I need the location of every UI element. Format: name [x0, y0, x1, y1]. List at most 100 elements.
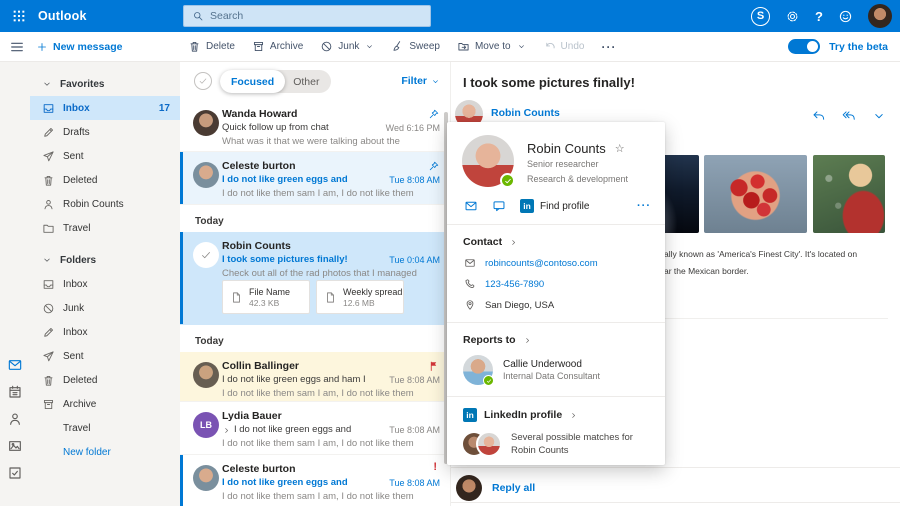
sender-name-link[interactable]: Robin Counts	[491, 107, 560, 119]
message-row-celeste-burton-1[interactable]: Celeste burton I do not like green eggs …	[180, 152, 450, 205]
sidebar-item-label: Deleted	[63, 375, 97, 386]
sidebar-item-drafts[interactable]: Drafts	[30, 120, 180, 144]
message-row-lydia-bauer[interactable]: LB Lydia Bauer I do not like green eggs …	[180, 402, 450, 455]
contact-email-row: robincounts@contoso.com	[447, 248, 665, 269]
archive-button[interactable]: Archive	[252, 40, 303, 53]
message-row-wanda-howard[interactable]: Wanda Howard Quick follow up from chat W…	[180, 100, 450, 152]
search-input[interactable]	[210, 10, 422, 22]
sweep-button[interactable]: Sweep	[391, 40, 440, 53]
photo-attachment-strawberries[interactable]	[704, 155, 807, 233]
sidebar-item-sent[interactable]: Sent	[30, 144, 180, 168]
calendar-module-icon[interactable]	[7, 384, 23, 400]
tab-other[interactable]: Other	[285, 76, 331, 88]
module-rail	[0, 62, 30, 506]
contact-section-header[interactable]: Contact	[447, 225, 665, 248]
reply-icon[interactable]	[812, 109, 826, 123]
selected-bar	[180, 232, 183, 324]
message-date: Tue 8:08 AM	[389, 478, 440, 488]
feedback-smiley-icon[interactable]	[838, 9, 853, 24]
new-folder-button[interactable]: New folder	[30, 440, 180, 464]
sender-name: Collin Ballinger	[222, 359, 299, 373]
favorite-star-icon[interactable]: ☆	[615, 142, 625, 155]
message-subject: I took some pictures finally!	[222, 253, 381, 267]
beta-toggle[interactable]	[788, 39, 820, 54]
tab-focused[interactable]: Focused	[220, 70, 285, 93]
favorites-header[interactable]: Favorites	[30, 72, 180, 96]
sidebar-item-inbox-2[interactable]: Inbox	[30, 272, 180, 296]
photos-module-icon[interactable]	[7, 438, 23, 454]
chat-icon[interactable]	[492, 199, 506, 213]
sidebar-item-sent-2[interactable]: Sent	[30, 344, 180, 368]
find-profile-button[interactable]: in Find profile	[520, 199, 589, 213]
hamburger-menu-icon[interactable]	[9, 39, 25, 55]
sender-avatar	[193, 162, 219, 188]
sidebar-item-junk[interactable]: Junk	[30, 296, 180, 320]
more-commands-button[interactable]: ···	[601, 40, 616, 54]
manager-row[interactable]: Callie Underwood Internal Data Consultan…	[447, 346, 665, 385]
settings-gear-icon[interactable]	[785, 9, 800, 24]
people-module-icon[interactable]	[7, 411, 23, 427]
sender-name: Robin Counts	[222, 239, 291, 253]
folders-header[interactable]: Folders	[30, 248, 180, 272]
archive-label: Archive	[270, 41, 303, 52]
undo-label: Undo	[561, 41, 585, 52]
reports-to-section-header[interactable]: Reports to	[447, 323, 665, 346]
pin-icon[interactable]	[428, 108, 440, 120]
send-email-icon[interactable]	[464, 199, 478, 213]
chevron-down-icon[interactable]	[872, 109, 886, 123]
reply-all-icon[interactable]	[842, 109, 856, 123]
card-more-button[interactable]: ···	[637, 200, 651, 212]
linkedin-matches-row[interactable]: Several possible matches for Robin Count…	[447, 422, 665, 457]
contact-quick-actions: in Find profile ···	[447, 187, 665, 213]
help-icon[interactable]: ?	[815, 9, 823, 24]
attachment-size: 42.3 KB	[249, 298, 290, 309]
sender-name: Celeste burton	[222, 462, 296, 476]
message-row-robin-counts[interactable]: Robin Counts I took some pictures finall…	[180, 232, 450, 325]
photo-attachment-portrait[interactable]	[813, 155, 885, 233]
new-message-button[interactable]: New message	[36, 32, 122, 61]
search-box[interactable]	[183, 5, 431, 27]
app-launcher-icon[interactable]	[11, 8, 27, 24]
envelope-icon	[464, 257, 476, 269]
contact-email-link[interactable]: robincounts@contoso.com	[485, 258, 598, 269]
message-row-collin-ballinger[interactable]: Collin Ballinger I do not like green egg…	[180, 352, 450, 402]
sidebar-item-label: Sent	[63, 151, 84, 162]
move-to-button[interactable]: Move to	[457, 40, 526, 53]
attachment-chip[interactable]: File Name 42.3 KB	[222, 280, 310, 314]
skype-icon[interactable]: S	[751, 7, 770, 26]
beta-switch-group: Try the beta	[788, 32, 888, 61]
message-preview: What was it that we were talking about t…	[222, 135, 440, 149]
sidebar-item-travel-2[interactable]: Travel	[30, 416, 180, 440]
undo-button[interactable]: Undo	[543, 40, 585, 53]
sidebar-item-label: Inbox	[63, 279, 87, 290]
tasks-module-icon[interactable]	[7, 465, 23, 481]
junk-button[interactable]: Junk	[320, 40, 374, 53]
sidebar-item-deleted[interactable]: Deleted	[30, 168, 180, 192]
message-row-celeste-burton-2[interactable]: Celeste burton I do not like green eggs …	[180, 455, 450, 506]
sidebar-item-archive[interactable]: Archive	[30, 392, 180, 416]
message-preview: Check out all of the rad photos that I m…	[222, 267, 440, 281]
delete-button[interactable]: Delete	[188, 40, 235, 53]
linkedin-profile-section[interactable]: in LinkedIn profile	[447, 397, 665, 422]
reply-all-button[interactable]: Reply all	[492, 482, 535, 494]
account-avatar[interactable]	[868, 4, 892, 28]
linkedin-icon: in	[463, 408, 477, 422]
sidebar-item-deleted-2[interactable]: Deleted	[30, 368, 180, 392]
sidebar-item-robin-counts[interactable]: Robin Counts	[30, 192, 180, 216]
contact-phone-link[interactable]: 123-456-7890	[485, 279, 544, 290]
date-group-header: Today	[180, 325, 450, 352]
sidebar-item-travel[interactable]: Travel	[30, 216, 180, 240]
filter-button[interactable]: Filter	[401, 75, 440, 87]
select-all-checkbox[interactable]	[194, 72, 212, 90]
sidebar-item-inbox-3[interactable]: Inbox	[30, 320, 180, 344]
attachment-chip[interactable]: Weekly spread 12.6 MB	[316, 280, 404, 314]
sidebar-item-label: Drafts	[63, 127, 90, 138]
selected-check-circle[interactable]	[193, 242, 219, 268]
flag-icon[interactable]	[428, 360, 440, 372]
expand-conversation-icon[interactable]	[222, 426, 231, 435]
sidebar-item-inbox[interactable]: Inbox 17	[30, 96, 180, 120]
filter-label: Filter	[401, 75, 427, 87]
search-icon	[192, 10, 204, 22]
pin-icon[interactable]	[428, 160, 440, 172]
mail-module-icon[interactable]	[7, 357, 23, 373]
